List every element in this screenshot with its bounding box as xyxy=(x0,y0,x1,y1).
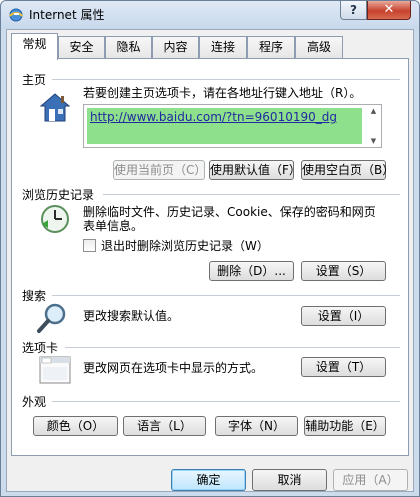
home-divider xyxy=(52,79,400,80)
history-section-label: 浏览历史记录 xyxy=(22,188,95,202)
home-section-label: 主页 xyxy=(22,73,47,87)
home-description: 若要创建主页选项卡，请在各地址行键入地址（R）。 xyxy=(83,86,362,100)
search-settings-button[interactable]: 设置（I） xyxy=(301,306,386,326)
use-current-button[interactable]: 使用当前页（C） xyxy=(113,160,206,180)
tabs-divider xyxy=(65,347,400,348)
history-description-line1: 删除临时文件、历史记录、Cookie、保存的密码和网页 xyxy=(83,205,376,219)
accessibility-button[interactable]: 辅助功能（E） xyxy=(304,416,386,436)
tab-content[interactable]: 内容 xyxy=(152,36,199,58)
cancel-button[interactable]: 取消 xyxy=(252,469,327,491)
search-description: 更改搜索默认值。 xyxy=(83,309,180,323)
apply-button[interactable]: 应用（A） xyxy=(333,469,408,491)
delete-history-button[interactable]: 删除（D）... xyxy=(209,261,294,281)
tabs-description: 更改网页在选项卡中显示的方式。 xyxy=(83,361,264,375)
home-icon xyxy=(38,91,72,128)
home-url-value: http://www.baidu.com/?tn=96010190_dg xyxy=(90,110,337,124)
home-url-textarea[interactable]: http://www.baidu.com/?tn=96010190_dg ▲ ▼ xyxy=(83,104,382,148)
delete-on-exit-checkbox[interactable] xyxy=(83,239,96,252)
use-default-button[interactable]: 使用默认值（F） xyxy=(209,160,301,180)
tab-advanced[interactable]: 高级 xyxy=(295,36,343,58)
history-icon xyxy=(38,202,72,239)
help-button[interactable]: ? xyxy=(340,1,367,20)
use-blank-button[interactable]: 使用空白页（B） xyxy=(301,160,394,180)
tabs-settings-button[interactable]: 设置（T） xyxy=(301,357,386,377)
history-divider xyxy=(103,194,400,195)
delete-on-exit-label: 退出时删除浏览历史记录（W） xyxy=(101,239,269,253)
ie-globe-icon xyxy=(8,7,24,23)
tab-privacy[interactable]: 隐私 xyxy=(105,36,152,58)
search-icon xyxy=(36,301,70,338)
scroll-down-icon[interactable]: ▼ xyxy=(369,137,378,145)
tab-security[interactable]: 安全 xyxy=(58,36,105,58)
languages-button[interactable]: 语言（L） xyxy=(123,416,206,436)
titlebar: Internet 属性 ? ✕ xyxy=(1,1,419,29)
appearance-divider xyxy=(52,401,400,402)
history-description-line2: 表单信息。 xyxy=(83,219,144,233)
dialog-body: 常规 安全 隐私 内容 连接 程序 高级 主页 若要创建主页选项卡，请在各地址行… xyxy=(6,29,414,492)
window-title: Internet 属性 xyxy=(29,8,105,22)
close-button[interactable]: ✕ xyxy=(367,1,411,20)
history-settings-button[interactable]: 设置（S） xyxy=(301,261,386,281)
fonts-button[interactable]: 字体（N） xyxy=(215,416,298,436)
tab-programs[interactable]: 程序 xyxy=(247,36,295,58)
internet-options-window: Internet 属性 ? ✕ 常规 安全 隐私 内容 连接 程序 高级 主页 … xyxy=(0,0,420,497)
general-tab-panel: 主页 若要创建主页选项卡，请在各地址行键入地址（R）。 http://www.b… xyxy=(11,58,409,456)
scroll-up-icon[interactable]: ▲ xyxy=(369,107,378,115)
ok-button[interactable]: 确定 xyxy=(171,469,246,491)
search-divider xyxy=(52,295,400,296)
tabs-icon xyxy=(38,353,72,390)
tab-general[interactable]: 常规 xyxy=(11,33,58,60)
appearance-section-label: 外观 xyxy=(22,395,47,409)
colors-button[interactable]: 颜色（O） xyxy=(33,416,118,436)
tab-connections[interactable]: 连接 xyxy=(199,36,247,58)
